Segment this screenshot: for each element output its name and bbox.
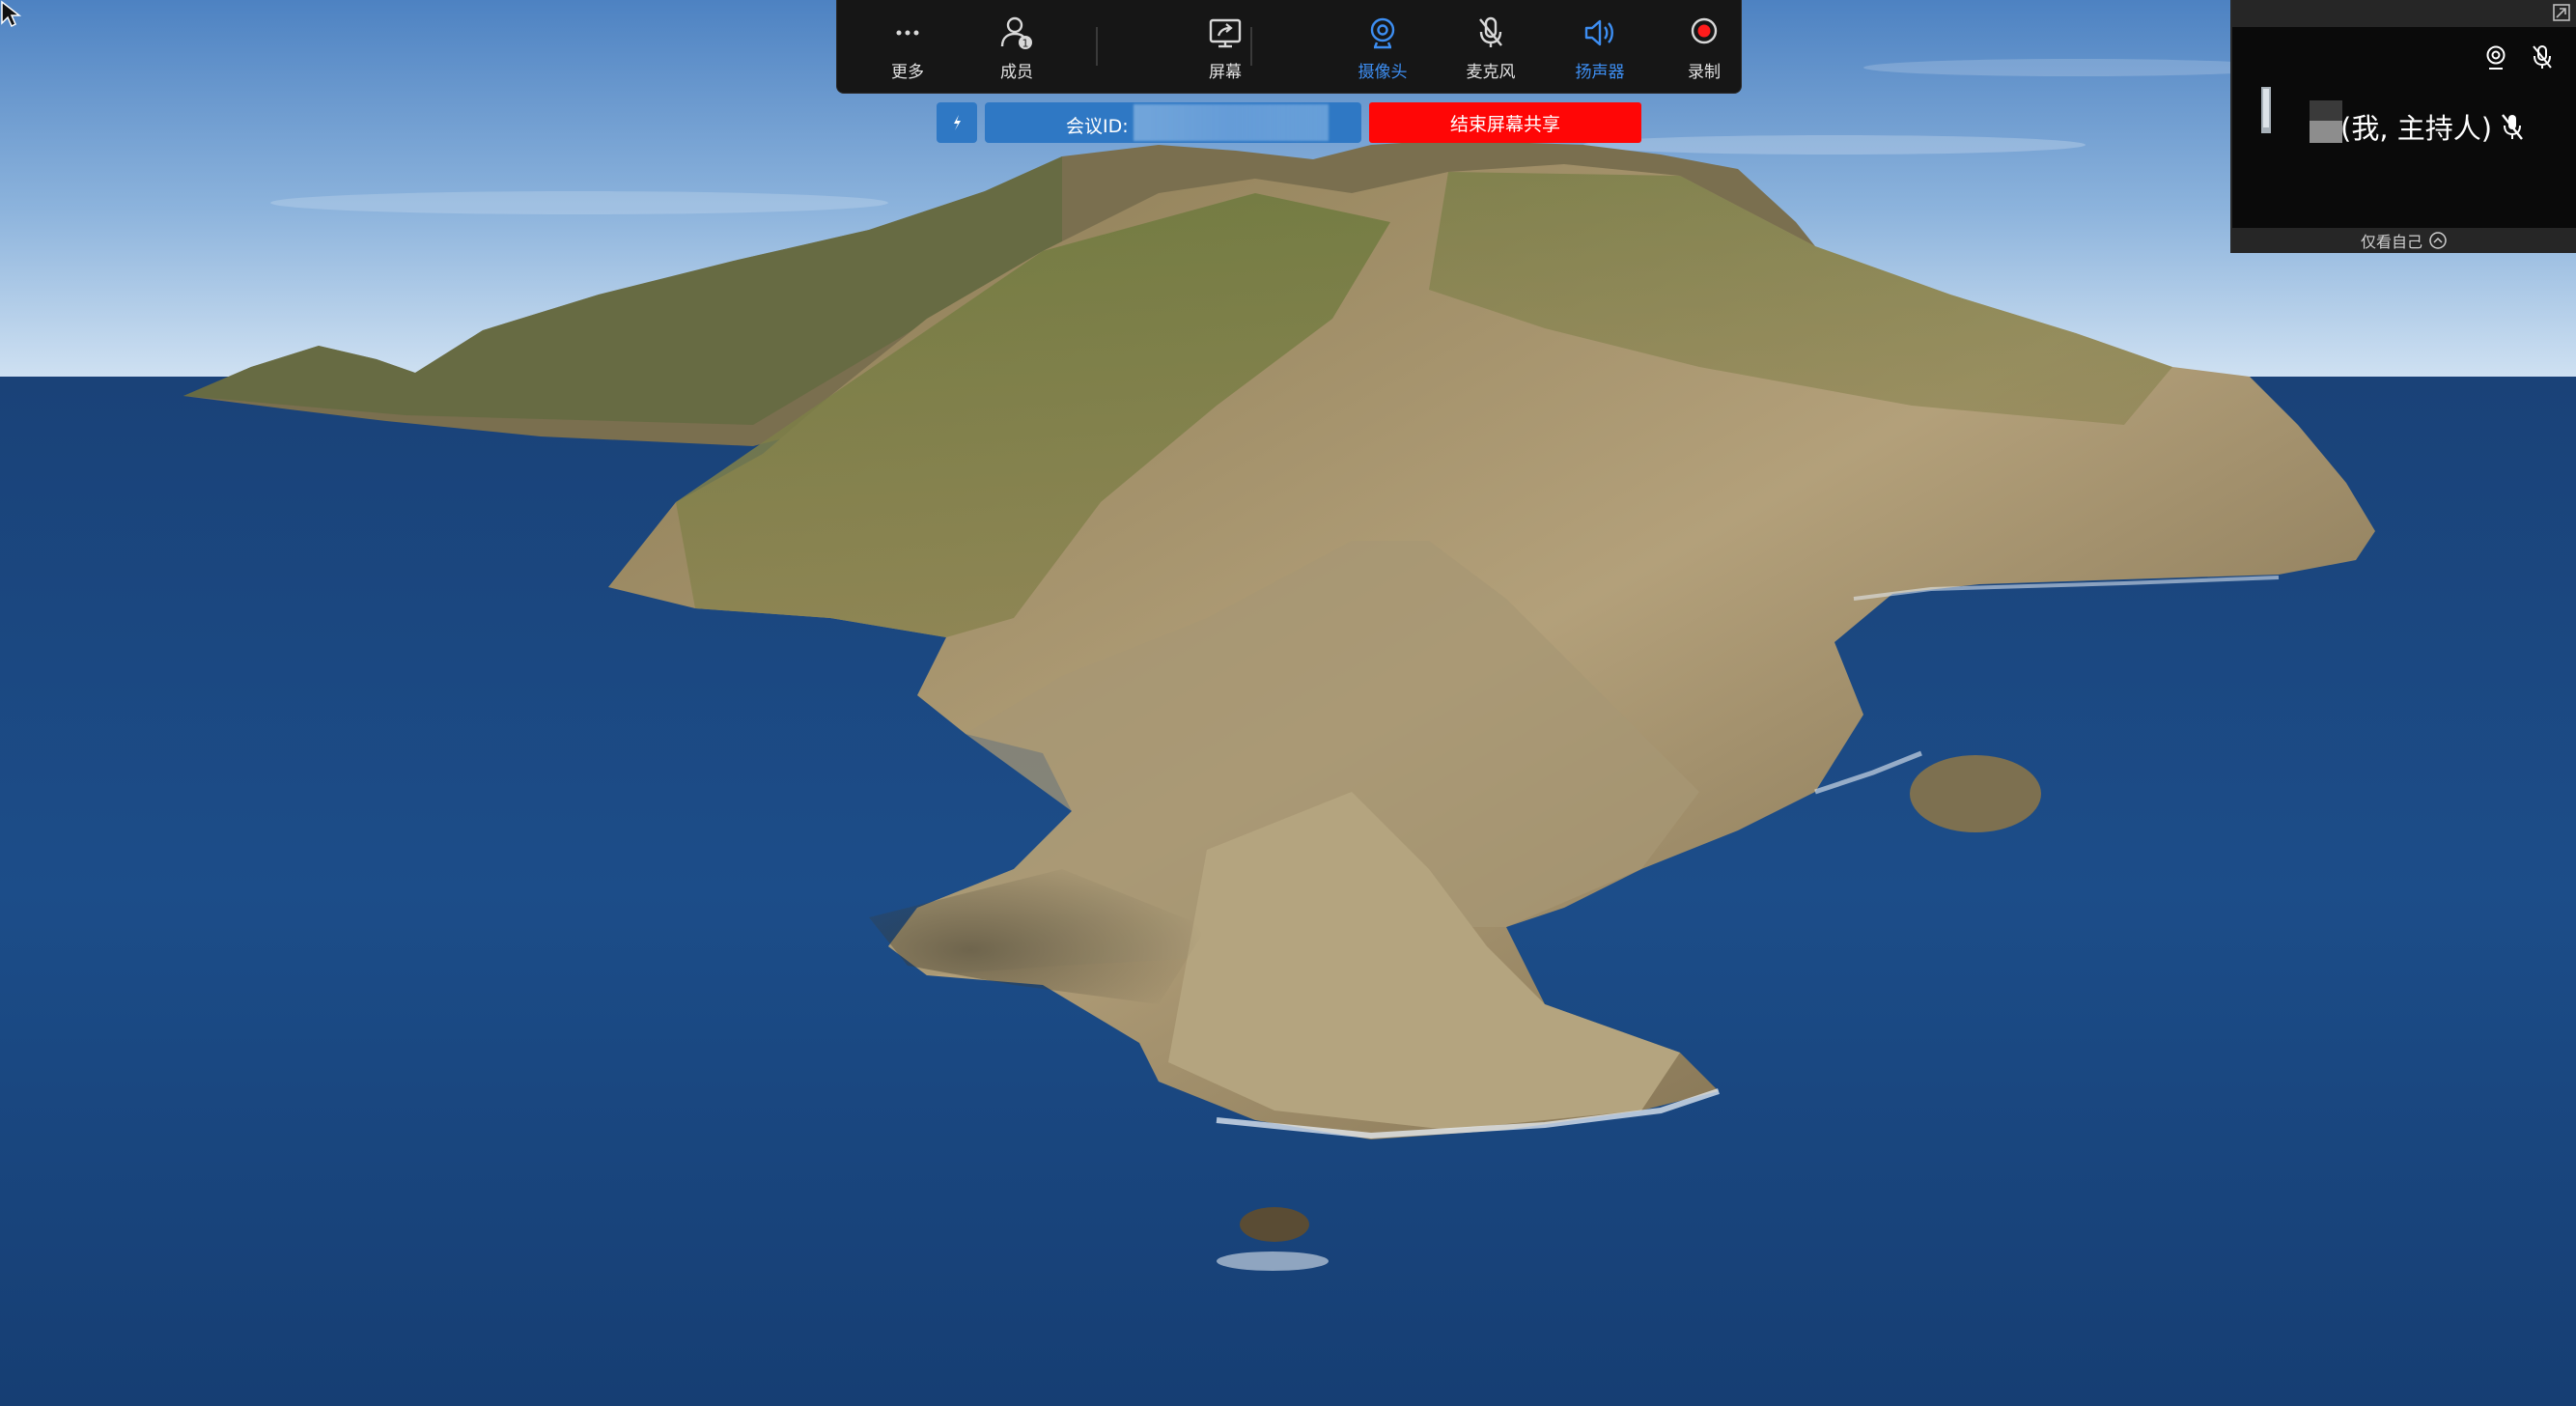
mic-muted-icon: [1479, 16, 1502, 47]
video-panel-titlebar: [2232, 0, 2576, 27]
members-icon: 1: [1000, 16, 1032, 50]
speaker-button[interactable]: 扬声器: [1547, 8, 1653, 85]
members-count-badge: 1: [1022, 38, 1029, 50]
self-view-toggle[interactable]: 仅看自己: [2232, 228, 2576, 253]
participant-mic-muted-icon: [2502, 114, 2523, 140]
chevron-up-icon: [2429, 232, 2447, 249]
record-icon: [1691, 17, 1718, 44]
screen-share-label: 屏幕: [1209, 63, 1242, 82]
meeting-id-redacted: [1134, 104, 1329, 141]
camera-label: 摄像头: [1358, 63, 1408, 82]
participant-name: (我, 主持人): [2340, 112, 2493, 145]
toolbar-separator: [1096, 27, 1098, 66]
more-button[interactable]: 更多: [854, 8, 961, 85]
self-video-panel: (我, 主持人) 仅看自己: [2230, 0, 2576, 253]
mouse-cursor-icon: [1, 0, 21, 28]
camera-icon[interactable]: [2481, 42, 2510, 71]
meeting-toolbar: 更多 1 成员 屏幕 摄像头 麦克风 扬声器 录制: [836, 0, 1742, 94]
record-label: 录制: [1688, 63, 1721, 82]
wallpaper-catalina-island: [0, 0, 2576, 1406]
microphone-button[interactable]: 麦克风: [1438, 8, 1544, 85]
desktop-wallpaper: 更多 1 成员 屏幕 摄像头 麦克风 扬声器 录制 会议ID: 结束屏幕共享 (…: [0, 0, 2576, 1406]
screen-share-button[interactable]: 屏幕: [1172, 8, 1278, 85]
camera-button[interactable]: 摄像头: [1330, 8, 1436, 85]
members-button[interactable]: 1 成员: [964, 8, 1070, 85]
more-label: 更多: [891, 63, 924, 82]
mic-muted-icon[interactable]: [2528, 42, 2557, 71]
stop-screen-share-button[interactable]: 结束屏幕共享: [1369, 102, 1641, 143]
toolbar-separator: [1250, 27, 1252, 66]
microphone-label: 麦克风: [1466, 63, 1516, 82]
avatar: [2310, 100, 2342, 143]
self-view-label: 仅看自己: [2360, 233, 2422, 251]
camera-icon: [1370, 17, 1395, 49]
screen-share-icon: [1209, 18, 1242, 48]
pin-icon: [954, 115, 961, 130]
meeting-id-bar[interactable]: 会议ID:: [985, 102, 1361, 143]
pin-toolbar-button[interactable]: [937, 102, 977, 143]
collapse-panel-icon[interactable]: [2551, 2, 2572, 23]
video-level-indicator: [2261, 87, 2271, 133]
members-label: 成员: [1000, 63, 1033, 82]
record-button[interactable]: 录制: [1666, 8, 1743, 85]
speaker-label: 扬声器: [1575, 63, 1625, 82]
speaker-icon: [1584, 19, 1613, 46]
meeting-id-label: 会议ID:: [1066, 116, 1129, 137]
more-icon: [896, 30, 919, 36]
